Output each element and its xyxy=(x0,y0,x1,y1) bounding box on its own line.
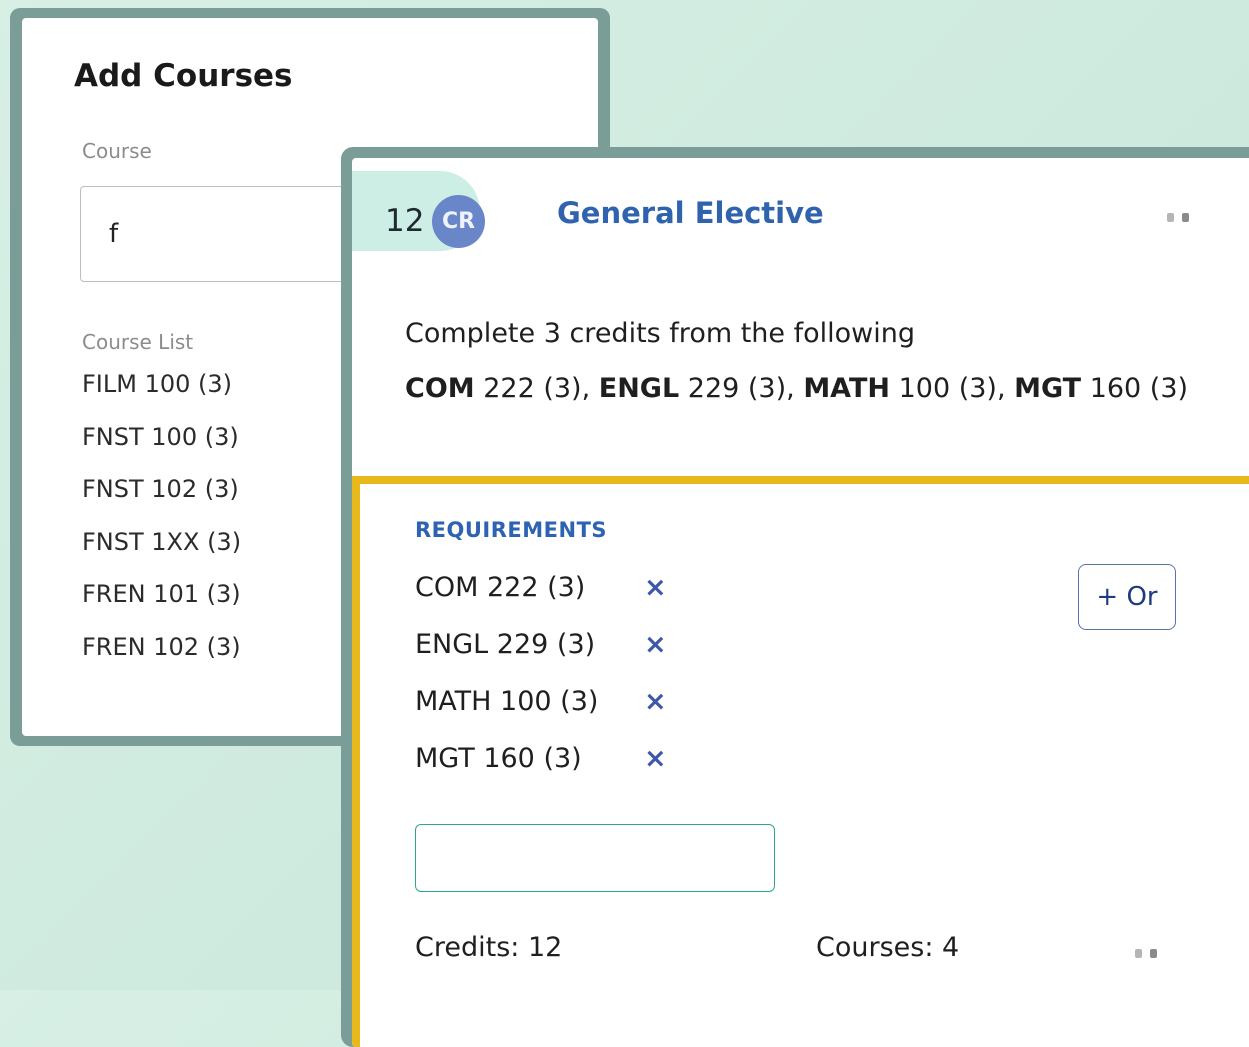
add-courses-title: Add Courses xyxy=(74,58,293,94)
card-title: General Elective xyxy=(557,196,824,230)
course-list-item[interactable]: FNST 1XX (3) xyxy=(82,526,241,579)
rule-course-subject: COM xyxy=(405,373,475,404)
credit-count: 12 xyxy=(385,203,425,239)
requirement-item: MATH 100 (3) × xyxy=(415,686,715,743)
course-field-label: Course xyxy=(82,139,152,163)
requirement-item: COM 222 (3) × xyxy=(415,572,715,629)
requirement-input[interactable] xyxy=(415,824,775,892)
course-list-item[interactable]: FREN 101 (3) xyxy=(82,578,241,631)
rule-course-subject: ENGL xyxy=(598,373,680,404)
requirement-name: MATH 100 (3) xyxy=(415,686,599,717)
course-list-label: Course List xyxy=(82,330,194,354)
requirement-card: 12 CR General Elective Complete 3 credit… xyxy=(341,147,1249,1047)
requirements-editor: REQUIREMENTS COM 222 (3) × ENGL 229 (3) … xyxy=(352,476,1249,1047)
rule-description: Complete 3 credits from the following xyxy=(405,318,915,349)
credit-badge: CR xyxy=(432,195,485,248)
requirements-heading: REQUIREMENTS xyxy=(415,518,608,542)
course-list-item[interactable]: FNST 100 (3) xyxy=(82,421,241,474)
rule-course-subject: MATH xyxy=(803,373,890,404)
remove-requirement-icon[interactable]: × xyxy=(644,629,667,660)
requirements-list: COM 222 (3) × ENGL 229 (3) × MATH 100 (3… xyxy=(415,572,715,800)
drag-handle-icon[interactable] xyxy=(1167,211,1201,223)
course-list: FILM 100 (3) FNST 100 (3) FNST 102 (3) F… xyxy=(82,368,241,683)
course-list-item[interactable]: FREN 102 (3) xyxy=(82,631,241,684)
remove-requirement-icon[interactable]: × xyxy=(644,686,667,717)
rule-course-number: 229 (3), xyxy=(679,373,804,404)
rule-course-number: 100 (3), xyxy=(890,373,1015,404)
requirement-item: MGT 160 (3) × xyxy=(415,743,715,800)
requirement-name: MGT 160 (3) xyxy=(415,743,582,774)
rule-course-number: 160 (3) xyxy=(1081,373,1189,404)
remove-requirement-icon[interactable]: × xyxy=(644,743,667,774)
remove-requirement-icon[interactable]: × xyxy=(644,572,667,603)
drag-handle-icon[interactable] xyxy=(1135,947,1169,959)
requirement-name: COM 222 (3) xyxy=(415,572,586,603)
credit-tab: 12 CR xyxy=(352,171,485,251)
courses-total: Courses: 4 xyxy=(816,932,960,963)
requirement-item: ENGL 229 (3) × xyxy=(415,629,715,686)
rule-course-subject: MGT xyxy=(1014,373,1082,404)
course-list-item[interactable]: FNST 102 (3) xyxy=(82,473,241,526)
add-or-button[interactable]: + Or xyxy=(1078,564,1176,630)
course-list-item[interactable]: FILM 100 (3) xyxy=(82,368,241,421)
rule-course-list: COM 222 (3), ENGL 229 (3), MATH 100 (3),… xyxy=(405,373,1188,404)
requirement-card-body: 12 CR General Elective Complete 3 credit… xyxy=(352,158,1249,1047)
credits-total: Credits: 12 xyxy=(415,932,563,963)
requirement-name: ENGL 229 (3) xyxy=(415,629,596,660)
rule-course-number: 222 (3), xyxy=(474,373,599,404)
